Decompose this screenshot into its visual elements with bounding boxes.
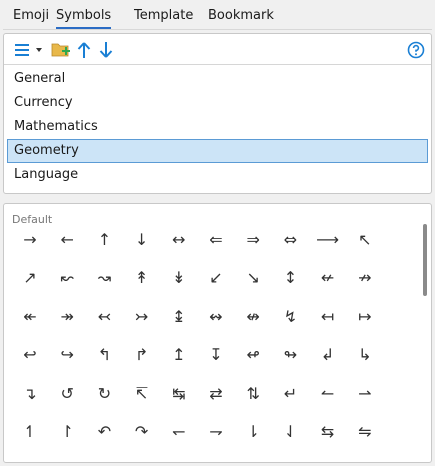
symbol-cell[interactable]: ↢ [86,299,122,335]
symbol-cell[interactable]: ↽ [161,414,197,450]
list-menu-icon [15,44,29,56]
tab-template[interactable]: Template [134,7,193,25]
symbol-cell[interactable]: → [12,222,48,258]
symbol-cell[interactable]: ↧ [198,337,234,373]
symbol-cell[interactable]: ⇔ [272,222,308,258]
symbol-cell[interactable]: ↑ [86,222,122,258]
symbol-cell[interactable]: ↝ [86,260,122,296]
arrow-down-icon [99,42,113,58]
scrollbar-thumb[interactable] [423,224,427,296]
category-general[interactable]: General [7,67,428,91]
help-button[interactable] [405,39,427,61]
category-geometry[interactable]: Geometry [7,139,428,163]
symbol-cell[interactable]: ↗ [12,260,48,296]
toolbar [4,34,431,65]
move-up-button[interactable] [75,39,93,61]
symbol-cell[interactable]: ↨ [161,299,197,335]
help-icon [407,41,425,59]
symbol-cell[interactable]: ⇀ [347,376,383,412]
symbol-cell[interactable]: ↚ [310,260,346,296]
symbol-cell[interactable]: ↰ [86,337,122,373]
category-mathematics[interactable]: Mathematics [7,115,428,139]
symbol-cell[interactable]: ↖ [347,222,383,258]
symbol-cell[interactable]: ⇂ [235,414,271,450]
symbol-cell[interactable]: ↬ [272,337,308,373]
symbol-cell[interactable]: ↵ [272,376,308,412]
symbol-cell[interactable]: ⇐ [198,222,234,258]
category-panel: General Currency Mathematics Geometry La… [3,33,432,194]
symbol-cell[interactable]: ↟ [124,260,160,296]
tab-divider [3,29,432,30]
symbol-cell[interactable]: ↞ [12,299,48,335]
symbol-cell[interactable]: ↦ [347,299,383,335]
symbol-cell[interactable]: ↭ [198,299,234,335]
symbol-cell[interactable]: ↮ [235,299,271,335]
symbol-cell[interactable]: ↛ [347,260,383,296]
symbol-cell[interactable]: ↠ [49,299,85,335]
symbol-cell[interactable]: ↙ [198,260,234,296]
symbol-cell[interactable]: ↡ [161,260,197,296]
symbol-cell[interactable]: ↪ [49,337,85,373]
tab-bookmark[interactable]: Bookmark [208,7,274,25]
symbol-cell[interactable]: ↣ [124,299,160,335]
symbol-cell[interactable]: ↕ [272,260,308,296]
list-menu-dropdown[interactable] [34,39,44,61]
category-currency[interactable]: Currency [7,91,428,115]
list-menu-button[interactable] [12,39,32,61]
add-folder-icon [51,43,70,57]
symbol-cell[interactable]: ↤ [310,299,346,335]
symbol-cell[interactable]: ↩ [12,337,48,373]
symbol-cell[interactable]: ⟶ [310,222,346,258]
symbol-cell[interactable]: ⇆ [310,414,346,450]
symbol-cell[interactable]: ↲ [310,337,346,373]
symbol-cell[interactable]: ↿ [12,414,48,450]
symbol-cell[interactable]: ← [49,222,85,258]
category-language[interactable]: Language [7,163,428,187]
symbol-cell[interactable]: ↹ [161,376,197,412]
dropdown-arrow-icon [36,48,42,52]
symbol-cell[interactable]: ↱ [124,337,160,373]
symbol-cell[interactable]: ↸ [124,376,160,412]
symbol-cell[interactable]: ↔ [161,222,197,258]
symbol-cell[interactable]: ⇄ [198,376,234,412]
symbol-cell[interactable]: ↥ [161,337,197,373]
tab-emoji[interactable]: Emoji [13,7,49,25]
tab-symbols[interactable]: Symbols [56,7,112,29]
symbol-cell[interactable]: ↫ [235,337,271,373]
symbol-cell[interactable]: ↼ [310,376,346,412]
symbol-cell[interactable]: ↾ [49,414,85,450]
symbol-cell[interactable]: ↶ [86,414,122,450]
symbol-cell[interactable]: ↴ [12,376,48,412]
symbol-cell[interactable]: ↘ [235,260,271,296]
symbol-cell[interactable]: ⇋ [347,414,383,450]
scrollbar-track[interactable] [421,212,429,460]
symbol-cell[interactable]: ↜ [49,260,85,296]
symbol-cell[interactable]: ⇅ [235,376,271,412]
symbol-cell[interactable]: ↺ [49,376,85,412]
symbol-cell[interactable]: ⇁ [198,414,234,450]
symbol-cell[interactable]: ↷ [124,414,160,450]
symbol-cell[interactable]: ↻ [86,376,122,412]
symbol-cell[interactable]: ⇒ [235,222,271,258]
symbols-panel: Default → ← ↑ ↓ ↔ ⇐ ⇒ ⇔ ⟶ ↖ ↗ ↜ ↝ ↟ ↡ ↙ ↘ ↕ ↚ ↛ ↞ ↠ ↢ ↣ ↨ ↭ ↮ ↯ ↤ ↦ ↩ ↪… [3,203,432,463]
arrow-up-icon [77,42,91,58]
add-folder-button[interactable] [50,39,72,61]
tab-bar: Emoji Symbols Template Bookmark [0,0,435,30]
move-down-button[interactable] [97,39,115,61]
symbol-cell[interactable]: ↳ [347,337,383,373]
symbol-cell[interactable]: ⇃ [272,414,308,450]
symbol-cell[interactable]: ↓ [124,222,160,258]
symbol-cell[interactable]: ↯ [272,299,308,335]
